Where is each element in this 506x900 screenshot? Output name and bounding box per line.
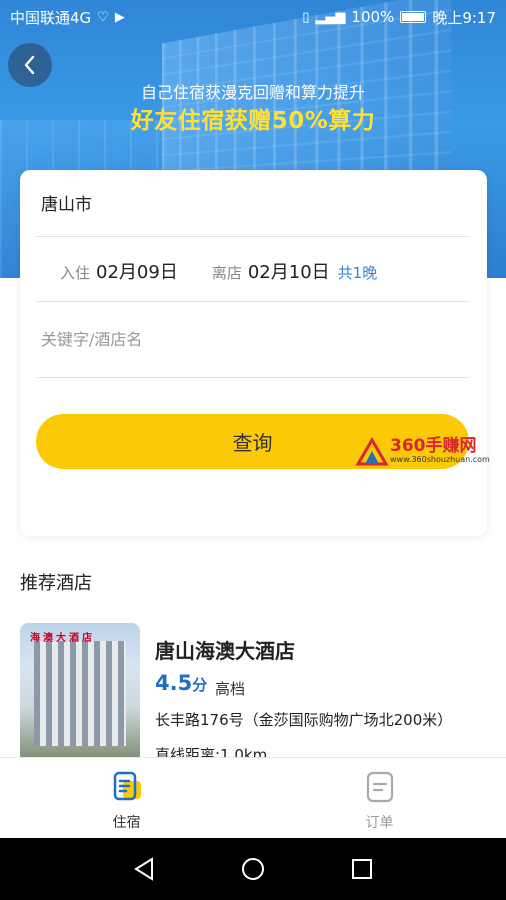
nav-home-icon[interactable] [240, 856, 266, 882]
chevron-left-icon [24, 55, 35, 75]
hotel-rating: 4.5分 [155, 671, 207, 695]
hotel-search-card: 唐山市 入住 02月09日 离店 02月10日 共1晚 查询 [20, 170, 487, 536]
keyword-search-input[interactable] [41, 330, 461, 349]
tab-stay-label: 住宿 [112, 815, 141, 831]
watermark-logo-icon [355, 437, 389, 466]
checkin-label: 入住 [60, 264, 91, 282]
hotel-card[interactable]: 海澳大酒店 唐山海澳大酒店 4.5分 高档 长丰路176号（金莎国际购物广场北2… [20, 623, 490, 764]
hotel-image-sign: 海澳大酒店 [30, 633, 95, 644]
divider [36, 301, 469, 302]
hotel-building-image [34, 641, 126, 746]
bottom-tab-bar: 住宿 订单 [0, 757, 506, 838]
signal-icon: ▂▄▆ [315, 9, 346, 25]
clock: 晚上9:17 [432, 8, 496, 27]
checkout-date[interactable]: 02月10日 [248, 258, 330, 284]
date-range-selector[interactable]: 入住 02月09日 离店 02月10日 共1晚 [60, 258, 377, 284]
hotel-rating-value: 4.5 [155, 671, 193, 695]
battery-percent: 100% [351, 8, 395, 26]
promo-headline: 好友住宿获赠50%算力 [130, 108, 376, 134]
watermark: 360手赚网 www.360shouzhuan.com [354, 433, 504, 469]
tab-orders-label: 订单 [365, 815, 394, 831]
tab-orders[interactable]: 订单 [253, 758, 506, 838]
hotel-level: 高档 [215, 680, 246, 698]
system-navigation-bar [0, 838, 506, 900]
status-bar: 中国联通4G ♡ ▶ ▯ ▂▄▆ 100% 晚上9:17 [0, 0, 506, 34]
divider [36, 236, 469, 237]
hotel-image: 海澳大酒店 [20, 623, 140, 763]
hotel-rating-unit: 分 [192, 676, 208, 694]
hotel-name: 唐山海澳大酒店 [155, 639, 295, 663]
battery-icon [400, 11, 427, 23]
section-title: 推荐酒店 [20, 573, 92, 594]
watermark-url: www.360shouzhuan.com [390, 455, 490, 464]
document-icon [113, 771, 141, 801]
tab-stay[interactable]: 住宿 [0, 758, 253, 838]
checkout-label: 离店 [211, 264, 242, 282]
nav-back-icon[interactable] [132, 856, 156, 882]
play-app-icon: ▶ [114, 9, 125, 25]
carrier-text: 中国联通4G [10, 8, 92, 27]
order-list-icon [366, 771, 393, 803]
divider [36, 377, 469, 378]
vibrate-icon: ▯ [302, 9, 310, 25]
city-selector[interactable]: 唐山市 [41, 190, 92, 215]
hotel-address: 长丰路176号（金莎国际购物广场北200米） [155, 711, 453, 729]
nav-recents-icon[interactable] [350, 857, 374, 881]
checkin-date[interactable]: 02月09日 [96, 258, 178, 284]
watermark-title: 360手赚网 [390, 436, 477, 456]
heart-icon: ♡ [97, 9, 109, 25]
nights-count: 共1晚 [337, 264, 378, 282]
promo-subtitle: 自己住宿获漫克回赠和算力提升 [140, 83, 365, 102]
